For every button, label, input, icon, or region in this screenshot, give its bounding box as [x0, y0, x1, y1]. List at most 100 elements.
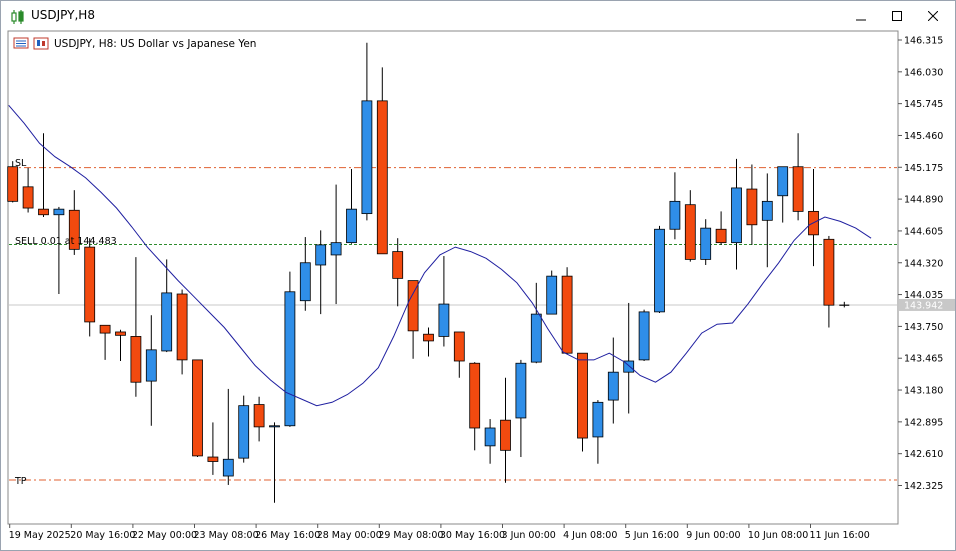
candle-body	[284, 291, 296, 427]
price-tick-label: 146.315	[904, 36, 943, 47]
current-price-label: 143.942	[904, 300, 943, 311]
candle-body	[346, 208, 357, 244]
candle-body	[515, 362, 527, 419]
candle-body	[746, 188, 758, 226]
time-tick-label: 3 Jun 00:00	[502, 530, 556, 541]
candle-body	[376, 100, 388, 255]
candle-body	[392, 251, 404, 279]
candle-body	[299, 262, 311, 302]
candle	[561, 267, 573, 355]
price-tick-label: 143.180	[904, 386, 943, 397]
price-tick-label: 142.610	[904, 449, 943, 460]
candle	[84, 238, 96, 337]
candle-body	[145, 349, 157, 382]
candle-body	[130, 336, 142, 383]
candle-body	[546, 275, 558, 315]
candle-body	[792, 166, 804, 212]
candle-body	[561, 275, 573, 354]
candle	[192, 359, 203, 458]
candle-body	[407, 280, 419, 332]
candle-body	[823, 238, 835, 306]
candle-body	[654, 228, 665, 313]
order-label: SELL 0.01 at 144.483	[15, 236, 117, 247]
candle-body	[222, 458, 234, 477]
price-tick-label: 144.320	[904, 258, 943, 269]
price-tick-label: 146.030	[904, 67, 943, 78]
candle-body	[638, 311, 650, 361]
candle-body	[315, 244, 327, 266]
time-tick-label: 19 May 2025	[9, 530, 71, 541]
candle-body	[438, 303, 450, 337]
candle-body	[115, 331, 126, 336]
price-tick-label: 145.460	[904, 131, 943, 142]
candle	[546, 270, 558, 315]
price-tick-label: 145.745	[904, 99, 943, 110]
candle	[284, 271, 296, 427]
chart-type-icon[interactable]	[33, 37, 49, 50]
candle-body	[330, 242, 342, 256]
price-tick-label: 144.605	[904, 226, 943, 237]
time-tick-label: 5 Jun 16:00	[625, 530, 679, 541]
candle-body	[469, 362, 481, 429]
tp-label: TP	[14, 476, 27, 487]
candle-body	[500, 419, 511, 451]
candle-body	[7, 166, 19, 202]
candle-body	[361, 100, 373, 215]
time-tick-label: 11 Jun 16:00	[810, 530, 870, 541]
candle-body	[577, 352, 588, 439]
time-tick-label: 10 Jun 08:00	[748, 530, 808, 541]
candle-body	[192, 359, 203, 457]
time-tick-label: 9 Jun 00:00	[686, 530, 740, 541]
price-tick-label: 142.895	[904, 417, 943, 428]
candle	[238, 395, 250, 463]
candle-body	[53, 208, 65, 216]
time-tick-label: 26 May 16:00	[255, 530, 320, 541]
price-tick-label: 143.750	[904, 322, 943, 333]
candle-body	[38, 208, 49, 216]
candle-body	[207, 456, 219, 462]
candle-body	[684, 204, 696, 260]
candle-body	[592, 401, 604, 438]
price-tick-label: 145.175	[904, 163, 943, 174]
plot-area	[7, 30, 899, 525]
candle-body	[238, 405, 250, 459]
time-tick-label: 29 May 08:00	[378, 530, 443, 541]
candle-body	[22, 186, 34, 209]
chart-header-text: USDJPY, H8: US Dollar vs Japanese Yen	[54, 38, 256, 50]
price-tick-label: 143.465	[904, 354, 943, 365]
candle-body	[176, 293, 188, 361]
candle-body	[715, 228, 727, 244]
time-tick-label: 4 Jun 08:00	[563, 530, 617, 541]
candle-body	[161, 292, 173, 352]
candle-body	[761, 200, 773, 221]
time-tick-label: 20 May 16:00	[70, 530, 135, 541]
time-tick-label: 23 May 08:00	[194, 530, 259, 541]
candle-body	[777, 166, 789, 197]
time-tick-label: 28 May 00:00	[317, 530, 382, 541]
candle-body	[253, 404, 265, 428]
candle-body	[700, 227, 712, 260]
time-tick-label: 30 May 16:00	[440, 530, 505, 541]
price-chart[interactable]: 146.315 146.030 145.745 145.460 145.175 144.8…	[1, 1, 955, 550]
sl-label: SL	[15, 158, 27, 169]
candle-body	[484, 427, 496, 447]
candle-body	[84, 246, 96, 323]
candle-body	[530, 313, 542, 363]
time-tick-label: 22 May 00:00	[132, 530, 197, 541]
list-icon[interactable]	[13, 37, 29, 49]
candle	[654, 225, 665, 313]
chart-window: USDJPY,H8 146.315 146.030 145.745 145.460 14…	[0, 0, 956, 551]
candle-body	[607, 371, 619, 401]
candle-body	[453, 331, 465, 362]
candle-body	[731, 187, 742, 244]
candle-body	[423, 333, 434, 342]
candle	[638, 309, 650, 362]
price-tick-label: 142.325	[904, 481, 943, 492]
candle-body	[269, 425, 280, 428]
candle-body	[99, 324, 111, 334]
candle	[577, 352, 588, 452]
price-tick-label: 144.890	[904, 195, 943, 206]
time-axis: 19 May 2025 20 May 16:0022 May 00:0023 Ma…	[9, 524, 870, 541]
price-axis: 146.315 146.030 145.745 145.460 145.175 144.8…	[898, 36, 943, 492]
candle-body	[669, 200, 681, 230]
